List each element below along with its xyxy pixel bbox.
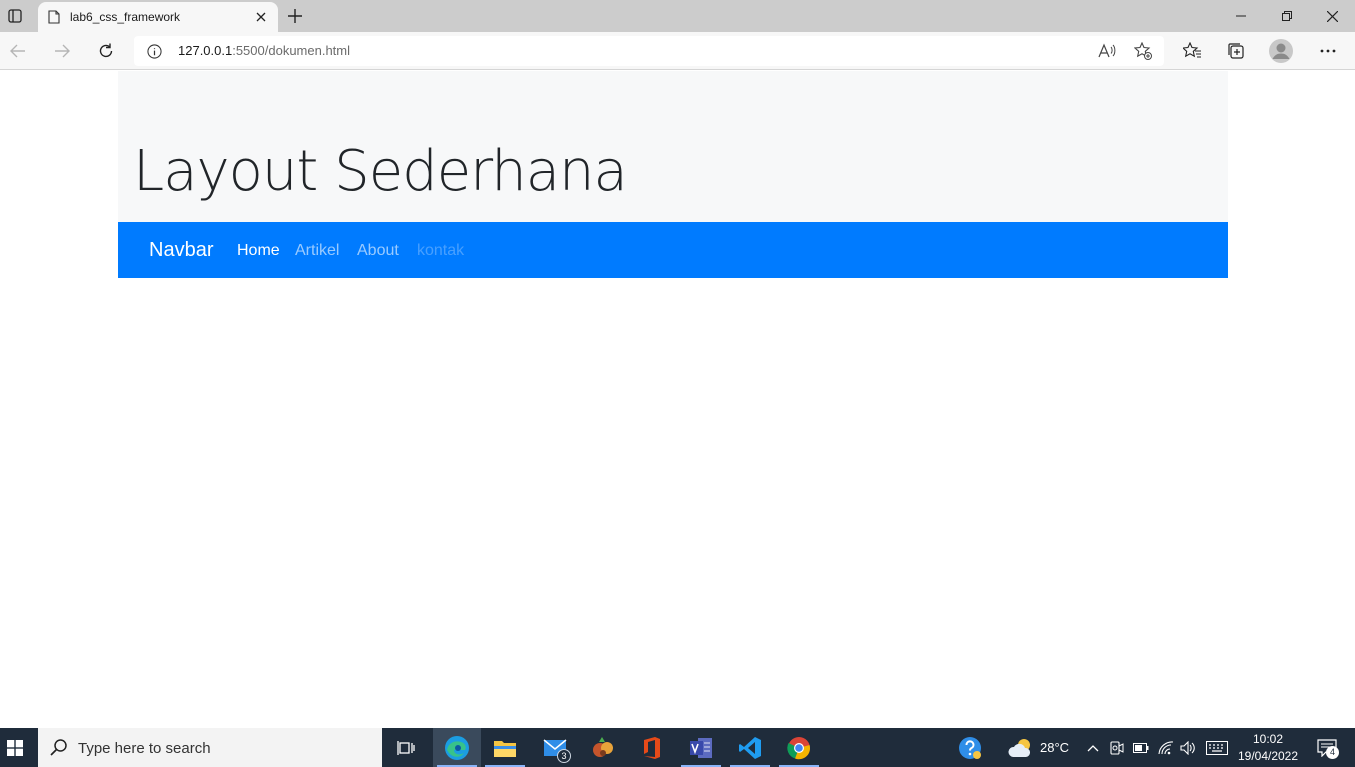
url-host: 127.0.0.1 <box>178 43 233 58</box>
url-text[interactable]: 127.0.0.1:5500/dokumen.html <box>178 43 350 58</box>
windows-icon <box>7 739 23 756</box>
tab-strip: lab6_css_framework <box>0 0 1355 32</box>
tab-title: lab6_css_framework <box>70 10 181 24</box>
tab-actions-icon <box>8 9 22 23</box>
taskbar-app-office[interactable] <box>628 728 676 767</box>
back-button[interactable] <box>4 37 32 65</box>
close-window-button[interactable] <box>1309 0 1355 32</box>
navbar: Navbar Home Artikel About kontak <box>118 222 1228 278</box>
close-icon <box>256 12 266 22</box>
new-tab-button[interactable] <box>283 4 307 28</box>
task-view-icon <box>397 740 415 755</box>
browser-tab[interactable]: lab6_css_framework <box>38 2 278 32</box>
favorites-button[interactable] <box>1178 37 1206 65</box>
nav-link-about[interactable]: About <box>357 242 399 260</box>
start-button[interactable] <box>0 728 30 767</box>
action-center-button[interactable]: 4 <box>1310 728 1344 767</box>
file-explorer-icon <box>494 740 516 757</box>
taskbar-app-edge[interactable] <box>433 728 481 767</box>
meet-now-button[interactable] <box>1108 728 1126 767</box>
forward-arrow-icon <box>55 44 70 58</box>
edge-icon <box>445 735 469 760</box>
input-indicator-button[interactable] <box>1204 728 1230 767</box>
volume-button[interactable] <box>1178 728 1198 767</box>
weather-widget[interactable] <box>1006 728 1036 767</box>
partly-cloudy-icon <box>1008 738 1031 757</box>
minimize-button[interactable] <box>1218 0 1264 32</box>
camera-icon <box>1110 740 1124 755</box>
more-icon <box>1320 49 1336 53</box>
settings-menu-button[interactable] <box>1314 37 1342 65</box>
favorites-icon <box>1183 42 1201 58</box>
tab-close-button[interactable] <box>250 6 272 28</box>
nav-link-kontak: kontak <box>417 242 465 259</box>
jumbotron: Layout Sederhana <box>118 71 1228 222</box>
show-hidden-icons-button[interactable] <box>1084 728 1102 767</box>
profile-button[interactable] <box>1266 36 1296 66</box>
site-info-button[interactable] <box>146 43 162 59</box>
star-add-icon <box>1134 42 1152 60</box>
mail-badge: 3 <box>557 749 571 763</box>
help-tray-button[interactable] <box>956 728 984 767</box>
nav-link-artikel[interactable]: Artikel <box>295 242 339 260</box>
task-view-button[interactable] <box>382 728 430 767</box>
keyboard-icon <box>1206 740 1228 755</box>
page-viewport: Layout Sederhana Navbar Home Artikel Abo… <box>0 71 1355 728</box>
nav-link-home[interactable]: Home <box>237 242 280 260</box>
chevron-up-icon <box>1087 744 1099 751</box>
page-icon <box>48 10 60 24</box>
taskbar-app-vscode[interactable] <box>726 728 774 767</box>
battery-icon <box>1133 742 1149 753</box>
minimize-icon <box>1236 15 1246 17</box>
speaker-icon <box>1180 740 1195 755</box>
taskbar-app-file-explorer[interactable] <box>481 728 529 767</box>
taskbar-app-chrome[interactable] <box>775 728 823 767</box>
add-favorite-button[interactable] <box>1132 40 1154 62</box>
address-bar[interactable]: 127.0.0.1:5500/dokumen.html <box>134 36 1164 66</box>
weather-temperature[interactable]: 28°C <box>1040 740 1069 755</box>
refresh-button[interactable] <box>92 37 120 65</box>
page-title: Layout Sederhana <box>133 139 628 204</box>
close-icon <box>1326 10 1338 22</box>
read-aloud-button[interactable] <box>1096 40 1118 62</box>
help-icon <box>959 736 981 759</box>
search-icon <box>50 739 67 756</box>
game-icon <box>593 736 613 757</box>
forward-button[interactable] <box>48 37 76 65</box>
taskbar-app-visual-studio[interactable] <box>677 728 725 767</box>
collections-button[interactable] <box>1222 37 1250 65</box>
avatar-icon <box>1269 39 1293 63</box>
tab-actions-button[interactable] <box>4 5 26 27</box>
taskbar-clock[interactable]: 10:02 19/04/2022 <box>1236 731 1300 765</box>
taskbar-app-game[interactable] <box>579 728 627 767</box>
clock-time: 10:02 <box>1252 732 1284 746</box>
network-button[interactable] <box>1156 728 1176 767</box>
battery-button[interactable] <box>1131 728 1151 767</box>
taskbar-app-mail[interactable]: 3 <box>531 728 579 767</box>
visual-studio-icon <box>690 737 712 758</box>
restore-icon <box>1282 11 1292 21</box>
taskbar: Type here to search 3 28°C 10:02 19/04/2… <box>0 728 1355 767</box>
navbar-brand[interactable]: Navbar <box>149 239 213 262</box>
read-aloud-icon <box>1098 43 1116 58</box>
url-path: :5500/dokumen.html <box>232 43 351 58</box>
vscode-icon <box>739 736 761 759</box>
taskbar-search[interactable]: Type here to search <box>38 728 382 767</box>
clock-date: 19/04/2022 <box>1237 749 1299 763</box>
chrome-icon <box>787 736 810 759</box>
refresh-icon <box>99 43 113 58</box>
restore-button[interactable] <box>1264 0 1310 32</box>
notification-wrapper: 4 <box>1317 738 1339 759</box>
wifi-icon <box>1158 740 1174 754</box>
collections-icon <box>1228 43 1244 59</box>
plus-icon <box>288 9 302 23</box>
info-icon <box>146 43 162 59</box>
browser-toolbar: 127.0.0.1:5500/dokumen.html <box>0 32 1355 70</box>
search-placeholder: Type here to search <box>78 740 211 757</box>
back-arrow-icon <box>10 44 25 58</box>
notification-count: 4 <box>1326 745 1339 759</box>
office-icon <box>644 736 660 759</box>
